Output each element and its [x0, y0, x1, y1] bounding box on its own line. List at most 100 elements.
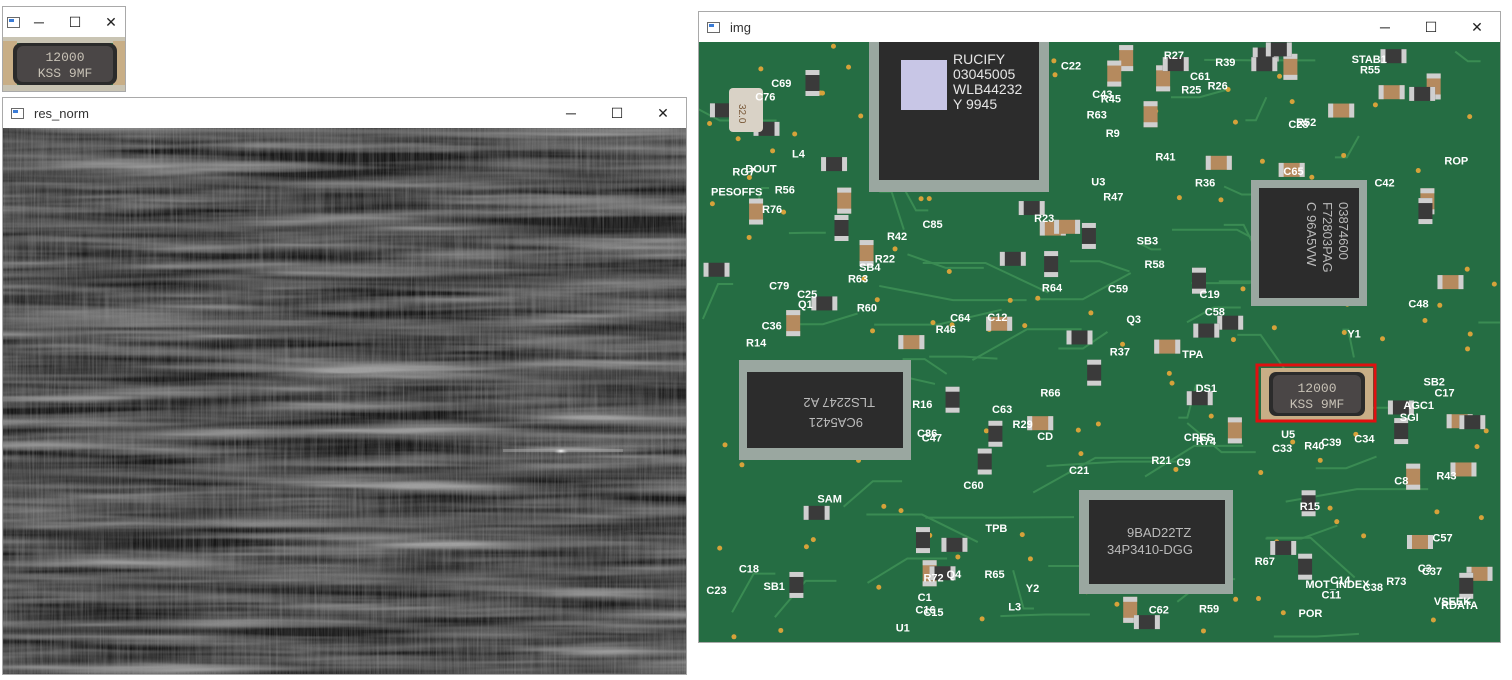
maximize-icon: ☐ — [1424, 18, 1438, 35]
silkscreen-label: C9 — [1177, 457, 1191, 469]
pcb-via — [955, 554, 961, 560]
pcb-via — [770, 148, 776, 154]
matched-chip-line-1: 12000 — [1297, 381, 1336, 396]
silkscreen-label: C18 — [739, 564, 759, 576]
silkscreen-label: TPB — [985, 523, 1007, 535]
maximize-button[interactable]: ☐ — [57, 7, 93, 37]
pcb-via — [1467, 331, 1473, 337]
smd-component — [837, 187, 852, 214]
silkscreen-label: R67 — [1255, 556, 1275, 568]
silkscreen-label: CD — [1037, 431, 1053, 443]
right-ic-line-2: F72803PAG — [1320, 202, 1335, 273]
minimize-button[interactable]: ─ — [1362, 12, 1408, 42]
silkscreen-label: C36 — [762, 321, 782, 333]
pcb-via — [876, 584, 882, 590]
pcb-via — [892, 246, 898, 252]
silkscreen-label: C76 — [755, 91, 775, 103]
minimize-icon: ─ — [34, 14, 44, 30]
main-ic-line-3: WLB44232 — [953, 81, 1022, 97]
silkscreen-label: U1 — [896, 623, 910, 635]
smd-component — [1154, 339, 1181, 354]
app-window-icon — [707, 21, 720, 33]
pcb-via — [1280, 610, 1286, 616]
smd-component — [786, 310, 801, 337]
right-ic-line-1: 03874600 — [1336, 202, 1351, 260]
pcb-via — [858, 113, 864, 119]
silkscreen-label: SB3 — [1137, 236, 1158, 248]
pcb-via — [1114, 601, 1120, 607]
pcb-via — [1176, 195, 1182, 201]
minimize-icon: ─ — [566, 105, 576, 121]
silkscreen-label: R76 — [762, 204, 782, 216]
close-button[interactable]: ✕ — [93, 7, 125, 37]
pcb-via — [874, 297, 880, 303]
silkscreen-label: C47 — [922, 433, 942, 445]
pcb-via — [1422, 318, 1428, 324]
pcb-via — [1095, 421, 1101, 427]
smd-component — [1409, 86, 1436, 101]
close-icon: ✕ — [657, 104, 669, 121]
silkscreen-label: TPA — [1182, 349, 1203, 361]
app-window-icon — [7, 16, 20, 28]
silkscreen-label: R29 — [1013, 419, 1033, 431]
silkscreen-label: C38 — [1363, 582, 1383, 594]
smd-component — [999, 251, 1026, 266]
silkscreen-label: C37 — [1422, 566, 1442, 578]
pcb-image: RUCIFY 03045005 WLB44232 Y 9945 03874600… — [699, 37, 1500, 642]
silkscreen-label: R14 — [746, 337, 767, 349]
pcb-via — [1078, 451, 1084, 457]
silkscreen-label: SB1 — [764, 581, 785, 593]
pcb-via — [758, 66, 764, 72]
smd-component — [1378, 85, 1405, 100]
pcb-via — [1434, 509, 1440, 515]
smd-component — [1107, 60, 1122, 87]
pcb-via — [1051, 58, 1057, 64]
maximize-button[interactable]: ☐ — [594, 98, 640, 128]
pcb-via — [1166, 370, 1172, 376]
silkscreen-label: C65 — [1283, 166, 1303, 178]
chip-line-1: 12000 — [45, 50, 84, 65]
silkscreen-label: R60 — [857, 303, 877, 315]
silkscreen-label: R66 — [1040, 387, 1060, 399]
title-bar[interactable]: ─ ☐ ✕ — [3, 7, 125, 37]
silkscreen-label: R65 — [984, 569, 1004, 581]
silkscreen-label: C25 — [797, 289, 817, 301]
close-button[interactable]: ✕ — [640, 98, 686, 128]
close-button[interactable]: ✕ — [1454, 12, 1500, 42]
pcb-via — [803, 544, 809, 550]
silkscreen-label: C21 — [1069, 465, 1089, 477]
pcb-via — [1022, 323, 1028, 329]
pcb-via — [1361, 533, 1367, 539]
maximize-button[interactable]: ☐ — [1408, 12, 1454, 42]
minimize-button[interactable]: ─ — [21, 7, 57, 37]
title-bar[interactable]: res_norm ─ ☐ ✕ — [3, 98, 686, 128]
minimize-button[interactable]: ─ — [548, 98, 594, 128]
silkscreen-label: L4 — [792, 148, 806, 160]
pcb-via — [1233, 596, 1239, 602]
pcb-via — [1232, 119, 1238, 125]
title-bar[interactable]: img ─ ☐ ✕ — [699, 12, 1500, 42]
silkscreen-label: R73 — [1386, 576, 1406, 588]
silkscreen-label: R59 — [1199, 603, 1219, 615]
pcb-via — [1277, 73, 1283, 79]
silkscreen-label: R26 — [1208, 80, 1228, 92]
pcb-via — [1467, 114, 1473, 120]
silkscreen-label: R22 — [875, 254, 895, 266]
smd-component — [915, 527, 930, 554]
window-title: res_norm — [34, 105, 89, 121]
smd-component — [1459, 415, 1486, 430]
silkscreen-label: SB2 — [1423, 376, 1444, 388]
silkscreen-label: C11 — [1322, 590, 1342, 602]
silkscreen-label: R9 — [1106, 128, 1120, 140]
smd-component — [1270, 540, 1297, 555]
smd-component — [1328, 103, 1355, 118]
silkscreen-label: SAM — [817, 493, 841, 505]
pcb-via — [926, 196, 932, 202]
smd-component — [977, 448, 992, 475]
smd-component — [1406, 534, 1433, 549]
pcb-via — [1478, 515, 1484, 521]
pcb-via — [983, 428, 989, 434]
pcb-via — [918, 196, 924, 202]
pcb-via — [1437, 302, 1443, 308]
pcb-via — [1258, 470, 1264, 476]
